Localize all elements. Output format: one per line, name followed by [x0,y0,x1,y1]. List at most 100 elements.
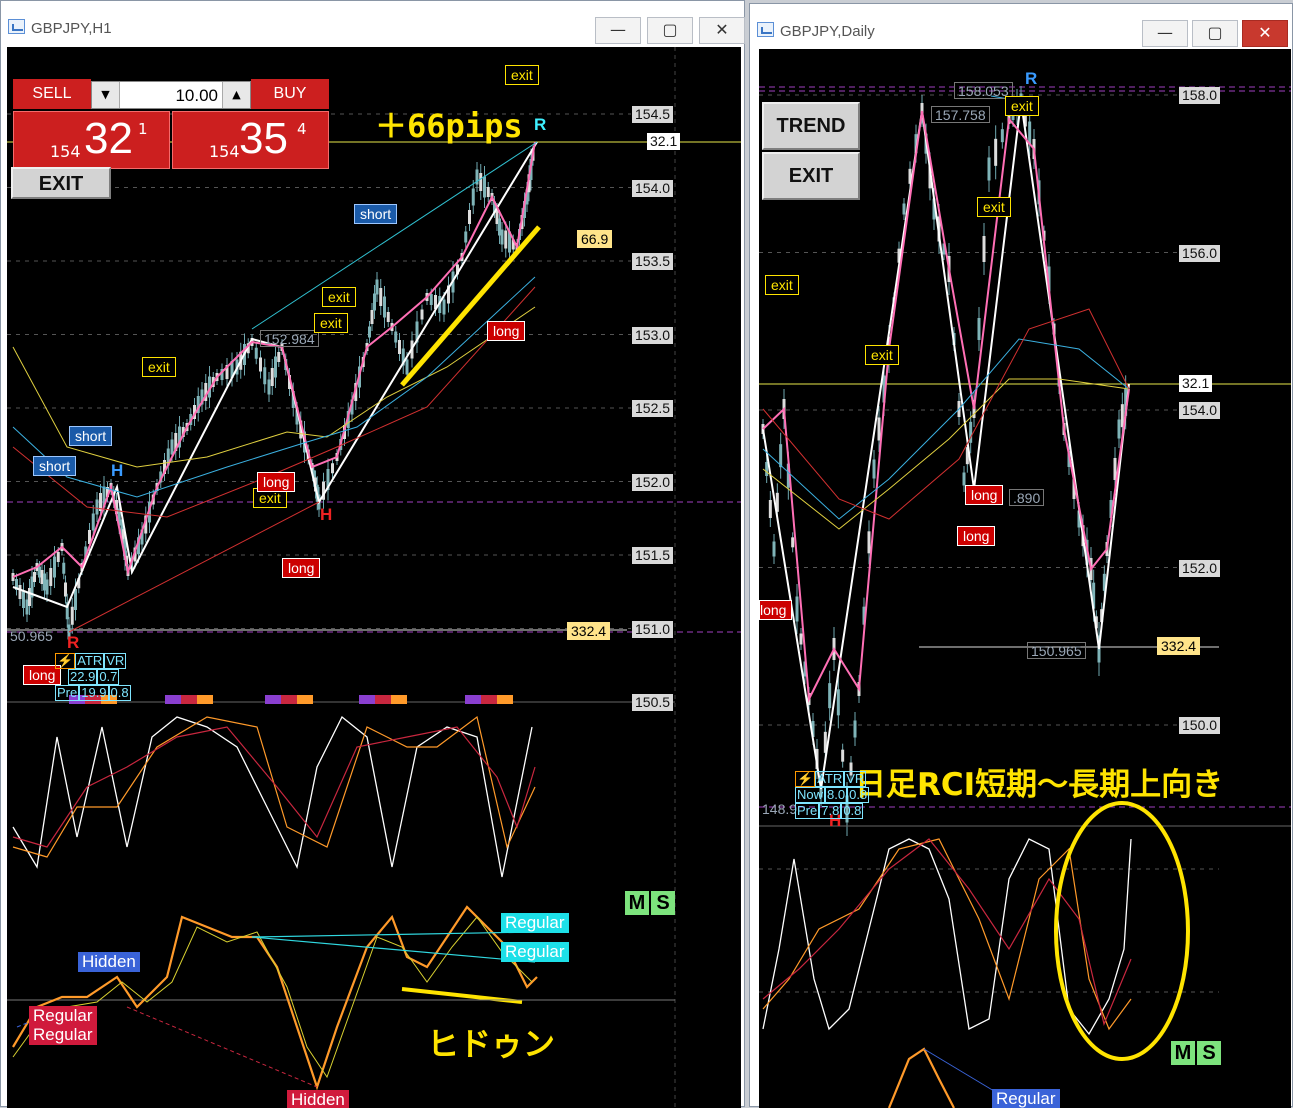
candle-body [274,356,277,378]
left-titlebar[interactable]: GBPJPY,H1 — ▢ ✕ [1,1,745,47]
ms-s-badge[interactable]: S [651,891,675,915]
right-titlebar[interactable]: GBPJPY,Daily — ▢ ✕ [750,4,1292,50]
maximize-icon: ▢ [662,20,678,39]
divergence-regular-tag: Regular [29,1025,97,1045]
price-axis-label: 151.5 [632,547,674,564]
divergence-regular-tag: Regular [501,913,569,933]
divergence-line [126,1006,318,1088]
exit-tag: exit [314,313,348,333]
candle-body [962,472,966,486]
exit-button[interactable]: EXIT [11,167,111,199]
ms-s-badge[interactable]: S [1197,1041,1221,1065]
close-button[interactable]: ✕ [1242,20,1288,47]
maximize-button[interactable]: ▢ [1192,20,1238,47]
close-icon: ✕ [1258,23,1272,42]
minimize-button[interactable]: — [1142,20,1188,47]
candle-body [795,596,799,622]
price-axis-label: 153.0 [632,326,674,344]
candle-body [22,591,25,608]
divergence-regular-tag: Regular [29,1006,97,1026]
bar-marker [481,695,497,704]
buy-label[interactable]: BUY [251,79,329,109]
zigzag-white [762,100,1130,790]
exit-button[interactable]: EXIT [762,152,860,200]
left-chart-area[interactable]: 154.5 154.0 153.5 153.0 152.5 152.0 151.5 151.0… [7,47,741,1108]
price-note: 150.965 [1027,642,1086,659]
price-axis-label: 154.0 [632,179,674,197]
chart-window-icon [757,22,774,37]
right-chart-area[interactable]: 158.0 156.0 154.0 152.0 150.0 32.1 332.4 158… [759,49,1291,1108]
moving-average [12,276,536,498]
trend-line [251,141,538,330]
candle-body [500,229,504,245]
candle-body [18,585,22,599]
long-tag: long [257,472,296,492]
lot-decrease-icon[interactable]: ▼ [92,82,120,108]
trend-button[interactable]: TREND [762,102,860,150]
candle-body [56,552,60,562]
right-price-chart [759,86,1291,1108]
divergence-regular-tag: Regular [992,1089,1060,1108]
candle-body [331,463,334,474]
left-window-title: GBPJPY,H1 [31,20,112,37]
ms-m-badge[interactable]: M [1171,1041,1195,1065]
price-note: 158.053 [954,82,1013,99]
lightning-icon: ⚡ [795,771,816,787]
candle-body [791,537,795,548]
divergence-line [251,931,536,938]
exit-tag: exit [1005,96,1039,116]
pips-annotation: ＋66pips [375,107,523,145]
divergence-line [251,936,536,963]
price-axis-label: 156.0 [1179,244,1221,262]
lot-size-input[interactable]: ▼ 10.00 ▲ [91,81,251,109]
bar-marker [391,695,407,704]
candle-body [479,173,483,191]
atr-info-box: ⚡ ATR VR Now 8.0 0.8 Pre 7.8 0.8 [795,771,870,819]
candle-body [1117,419,1121,439]
right-window-title: GBPJPY,Daily [780,23,875,40]
candle-body [383,296,386,318]
highlight-ellipse [1054,801,1190,1061]
marker-h: H [320,505,333,524]
candle-body [772,541,776,557]
oscillator-line [887,1047,955,1108]
candle-body [836,689,840,716]
candle-body [64,582,67,597]
close-button[interactable]: ✕ [699,17,745,44]
candle-body [799,633,803,645]
candle-body [841,749,845,762]
candle-body [70,606,74,625]
candle-body [902,203,906,215]
candle-body [379,288,383,306]
candle-body [867,531,871,554]
bar-marker [281,695,297,704]
sell-button[interactable]: 154 32 1 [13,111,170,169]
maximize-button[interactable]: ▢ [647,17,693,44]
candle-body [828,683,832,709]
lot-increase-icon[interactable]: ▲ [222,82,250,108]
sell-label[interactable]: SELL [13,79,91,109]
bar-marker [359,695,375,704]
candle-body [53,556,56,578]
bar-marker [165,695,181,704]
minimize-button[interactable]: — [595,17,641,44]
rci-long [762,838,1132,1026]
price-axis-label: 152.5 [632,400,674,417]
marker-h: H [111,461,124,480]
candle-body [254,347,258,359]
price-note: .890 [1009,489,1045,506]
close-icon: ✕ [715,20,729,39]
rci-mid [12,715,536,858]
ms-m-badge[interactable]: M [625,891,649,915]
candle-body [464,231,468,243]
yellow-level-label: 332.4 [567,622,611,640]
price-axis-label: 151.0 [632,620,674,638]
buy-price-main: 35 [239,114,288,163]
candle-body [45,579,49,595]
candle-body [386,312,390,322]
candle-body [95,499,99,515]
buy-button[interactable]: 154 35 4 [172,111,329,169]
candle-body [486,187,490,197]
rci-short [12,715,533,878]
candle-body [62,562,66,574]
